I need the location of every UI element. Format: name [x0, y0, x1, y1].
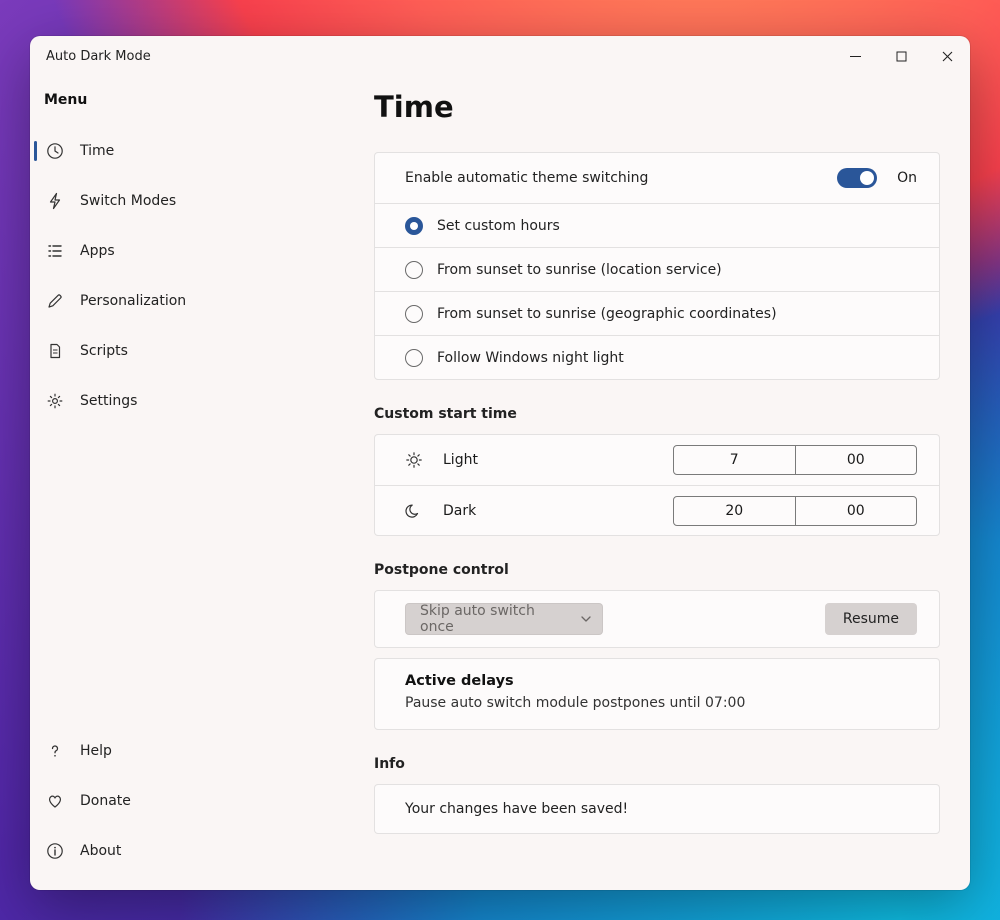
minimize-icon [850, 51, 861, 62]
dark-minute-input[interactable]: 00 [795, 497, 917, 525]
sidebar-item-label: Switch Modes [80, 193, 176, 209]
content: Time Enable automatic theme switching On… [354, 76, 970, 890]
option-sunset-location[interactable]: From sunset to sunrise (location service… [375, 247, 939, 291]
dark-time-picker: 20 00 [673, 496, 917, 526]
apps-list-icon [46, 242, 64, 260]
info-title: Info [374, 756, 940, 772]
radio-label: Follow Windows night light [437, 350, 624, 366]
sidebar-nav: Time Switch Modes Apps [30, 126, 354, 426]
heart-icon [46, 792, 64, 810]
custom-start-title: Custom start time [374, 406, 940, 422]
sidebar-item-switch-modes[interactable]: Switch Modes [30, 176, 354, 226]
sidebar: Menu Time Switch Modes [30, 76, 354, 890]
resume-button-label: Resume [843, 611, 899, 627]
option-night-light[interactable]: Follow Windows night light [375, 335, 939, 379]
radio-icon [405, 217, 423, 235]
info-text: Your changes have been saved! [405, 801, 628, 817]
app-title: Auto Dark Mode [46, 49, 151, 64]
sidebar-item-label: About [80, 843, 121, 859]
active-delays-title: Active delays [375, 659, 939, 695]
sidebar-item-label: Time [80, 143, 114, 159]
enable-switching-toggle[interactable] [837, 168, 877, 188]
toggle-state-text: On [897, 170, 917, 186]
custom-start-card: Light 7 00 Dark 20 00 [374, 434, 940, 536]
active-delays-text: Pause auto switch module postpones until… [375, 695, 939, 727]
sidebar-item-label: Help [80, 743, 112, 759]
sidebar-item-label: Personalization [80, 293, 186, 309]
page-title: Time [374, 90, 940, 124]
sidebar-item-label: Scripts [80, 343, 128, 359]
option-sunset-coordinates[interactable]: From sunset to sunrise (geographic coord… [375, 291, 939, 335]
sidebar-item-time[interactable]: Time [30, 126, 354, 176]
active-delays-card: Active delays Pause auto switch module p… [374, 658, 940, 730]
moon-icon [405, 502, 423, 520]
option-custom-hours[interactable]: Set custom hours [375, 203, 939, 247]
sidebar-item-donate[interactable]: Donate [30, 776, 354, 826]
clock-icon [46, 142, 64, 160]
maximize-button[interactable] [878, 36, 924, 76]
document-icon [46, 342, 64, 360]
light-minute-input[interactable]: 00 [795, 446, 917, 474]
sidebar-item-scripts[interactable]: Scripts [30, 326, 354, 376]
sidebar-item-label: Apps [80, 243, 115, 259]
maximize-icon [896, 51, 907, 62]
close-button[interactable] [924, 36, 970, 76]
sidebar-item-help[interactable]: Help [30, 726, 354, 776]
sidebar-item-settings[interactable]: Settings [30, 376, 354, 426]
radio-icon [405, 349, 423, 367]
postpone-title: Postpone control [374, 562, 940, 578]
postpone-row: Skip auto switch once Resume [375, 591, 939, 647]
bolt-icon [46, 192, 64, 210]
radio-label: From sunset to sunrise (location service… [437, 262, 722, 278]
light-label: Light [443, 452, 478, 468]
resume-button[interactable]: Resume [825, 603, 917, 635]
light-time-picker: 7 00 [673, 445, 917, 475]
sidebar-item-label: Donate [80, 793, 131, 809]
radio-label: From sunset to sunrise (geographic coord… [437, 306, 777, 322]
close-icon [942, 51, 953, 62]
light-time-row: Light 7 00 [375, 435, 939, 485]
app-window: Auto Dark Mode Menu Time [30, 36, 970, 890]
info-icon [46, 842, 64, 860]
info-card: Your changes have been saved! [374, 784, 940, 834]
enable-switching-row: Enable automatic theme switching On [375, 153, 939, 203]
dropdown-label: Skip auto switch once [420, 603, 572, 635]
pencil-icon [46, 292, 64, 310]
radio-icon [405, 305, 423, 323]
sidebar-item-about[interactable]: About [30, 826, 354, 876]
enable-switching-label: Enable automatic theme switching [405, 170, 823, 186]
postpone-card: Skip auto switch once Resume [374, 590, 940, 648]
sun-icon [405, 451, 423, 469]
radio-label: Set custom hours [437, 218, 560, 234]
help-icon [46, 742, 64, 760]
titlebar: Auto Dark Mode [30, 36, 970, 76]
chevron-down-icon [580, 613, 592, 625]
sidebar-heading: Menu [30, 86, 354, 126]
radio-icon [405, 261, 423, 279]
dark-label: Dark [443, 503, 476, 519]
skip-switch-dropdown[interactable]: Skip auto switch once [405, 603, 603, 635]
sidebar-footer: Help Donate About [30, 726, 354, 876]
sidebar-item-apps[interactable]: Apps [30, 226, 354, 276]
gear-icon [46, 392, 64, 410]
dark-hour-input[interactable]: 20 [674, 497, 795, 525]
sidebar-item-personalization[interactable]: Personalization [30, 276, 354, 326]
sidebar-item-label: Settings [80, 393, 137, 409]
minimize-button[interactable] [832, 36, 878, 76]
window-controls [832, 36, 970, 76]
switching-card: Enable automatic theme switching On Set … [374, 152, 940, 380]
dark-time-row: Dark 20 00 [375, 485, 939, 535]
light-hour-input[interactable]: 7 [674, 446, 795, 474]
